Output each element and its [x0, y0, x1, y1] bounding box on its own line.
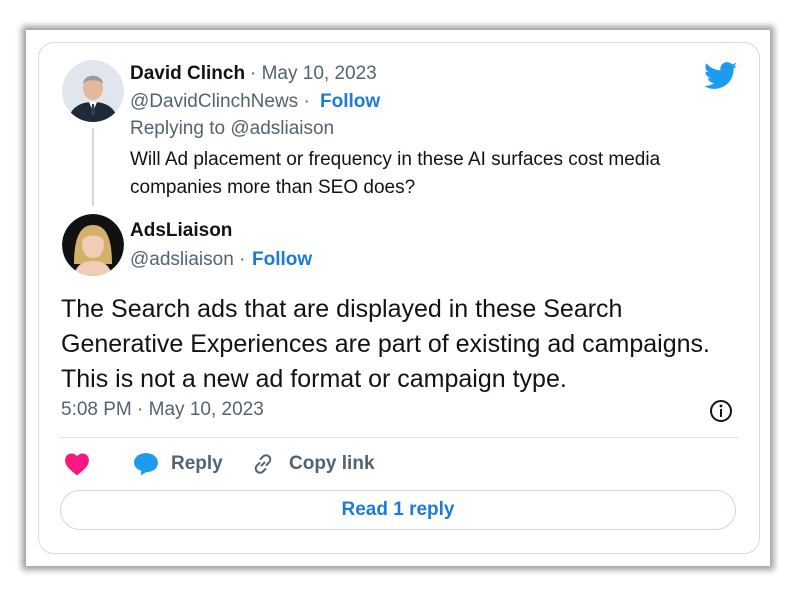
reply-text-line: Will Ad placement or frequency in these … — [130, 149, 661, 170]
main-tweet-text: The Search ads that are displayed in the… — [61, 292, 751, 397]
reply-button[interactable]: Reply — [133, 452, 223, 476]
avatar-david-clinch[interactable] — [62, 60, 124, 122]
reply-tweet-text: Will Ad placement or frequency in these … — [130, 146, 730, 202]
follow-button-adsliaison[interactable]: Follow — [252, 249, 312, 271]
copy-link-label[interactable]: Copy link — [289, 453, 375, 475]
divider — [60, 437, 738, 438]
main-handle[interactable]: @adsliaison · — [130, 249, 245, 271]
copy-link-button[interactable]: Copy link — [251, 452, 375, 476]
main-text-line: This is not a new ad format or campaign … — [61, 365, 567, 393]
avatar-photo — [62, 60, 124, 122]
speech-bubble-icon — [134, 453, 158, 476]
follow-button-david-clinch[interactable]: Follow — [320, 91, 380, 113]
tweet-timestamp[interactable]: 5:08 PM · May 10, 2023 — [61, 399, 264, 421]
reply-author-name[interactable]: David Clinch — [130, 63, 245, 85]
twitter-bird-icon[interactable] — [703, 62, 738, 95]
read-replies-label[interactable]: Read 1 reply — [342, 499, 455, 521]
thread-connector-line — [92, 128, 94, 206]
reply-date[interactable]: · May 10, 2023 — [250, 63, 377, 85]
main-text-line: Generative Experiences are part of exist… — [61, 330, 710, 358]
heart-icon — [65, 453, 89, 476]
read-replies-button[interactable]: Read 1 reply — [60, 490, 736, 530]
avatar-photo — [62, 214, 124, 276]
main-text-line: The Search ads that are displayed in the… — [61, 295, 623, 323]
reply-handle[interactable]: @DavidClinchNews · — [130, 91, 310, 113]
reply-text-line: companies more than SEO does? — [130, 177, 416, 198]
info-icon[interactable] — [709, 399, 733, 428]
replying-to-text: Replying to @adsliaison — [130, 118, 335, 139]
main-author-name[interactable]: AdsLiaison — [130, 220, 232, 242]
avatar-adsliaison[interactable] — [62, 214, 124, 276]
chain-link-icon — [254, 454, 272, 474]
like-button[interactable] — [64, 452, 90, 481]
reply-label[interactable]: Reply — [171, 453, 223, 475]
